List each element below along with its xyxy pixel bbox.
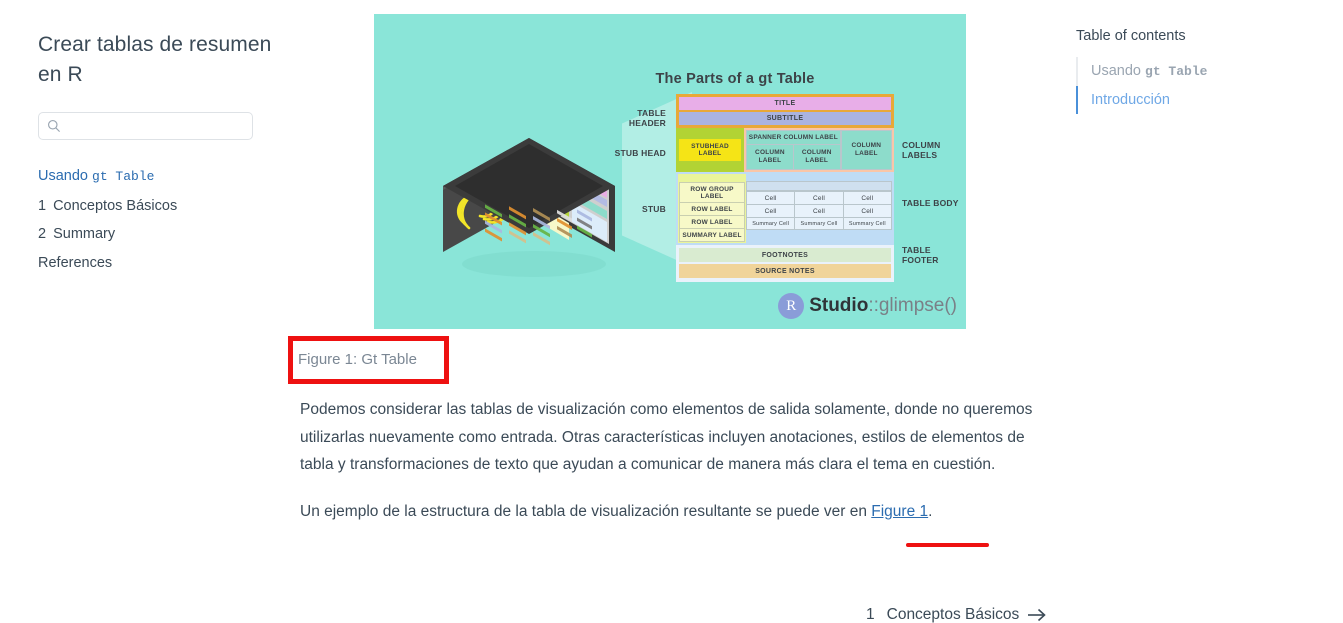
sidebar: Crear tablas de resumen en R Usando gt T… xyxy=(38,30,278,277)
diagram-stubhead-column: STUBHEAD LABEL xyxy=(676,128,744,172)
annotation-link-underline xyxy=(906,543,989,547)
rstudio-logo: R Studio::glimpse() xyxy=(778,293,957,319)
toc-item-introduccion[interactable]: Introducción xyxy=(1076,86,1326,114)
sidebar-item-number: 2 xyxy=(38,226,47,242)
diagram-cells-column: Cell Cell Cell Cell Cell Cell Summary Ce… xyxy=(746,174,892,243)
next-page-label: Conceptos Básicos xyxy=(886,606,1020,623)
search-input[interactable] xyxy=(61,113,244,139)
sidebar-nav: Usando gt Table 1 Conceptos Básicos 2 Summ… xyxy=(38,162,278,277)
next-page-link[interactable]: 1 Conceptos Básicos xyxy=(866,606,1048,623)
diagram-column-labels-group: SPANNER COLUMN LABEL COLUMN LABEL COLUMN… xyxy=(744,128,894,172)
diagram-summary-cell: Summary Cell xyxy=(746,218,796,230)
next-page-number: 1 xyxy=(866,606,875,623)
table-row: Cell Cell Cell xyxy=(746,191,892,205)
toc-item-label: Introducción xyxy=(1091,92,1170,108)
diagram-row-group-label: ROW GROUP LABEL xyxy=(679,182,745,203)
site-title: Crear tablas de resumen en R xyxy=(38,33,272,86)
gt-cube-illustration xyxy=(429,74,629,279)
paragraph-2-text: Un ejemplo de la estructura de la tabla … xyxy=(300,502,872,520)
diagram-cell: Cell xyxy=(843,191,892,205)
sidebar-item-usando-gt-table[interactable]: Usando gt Table xyxy=(38,162,278,192)
diagram-label-column-labels: COLUMN LABELS xyxy=(902,140,941,160)
diagram-label-stub-head: STUB HEAD xyxy=(614,148,666,158)
diagram-cells-spacer xyxy=(746,174,892,181)
table-row: Cell Cell Cell xyxy=(746,205,892,218)
diagram-column-label: COLUMN LABEL xyxy=(746,144,794,170)
sidebar-item-number: 1 xyxy=(38,197,47,214)
diagram-cell: Cell xyxy=(795,191,844,205)
toc-list: Usando gt Table Introducción xyxy=(1076,57,1326,114)
figure-caption: Figure 1: Gt Table xyxy=(298,351,417,368)
rstudio-logo-dim: ::glimpse() xyxy=(868,295,957,316)
diagram-source-notes: SOURCE NOTES xyxy=(679,264,891,278)
sidebar-item-conceptos-basicos[interactable]: 1 Conceptos Básicos xyxy=(38,192,278,221)
diagram-label-stub: STUB xyxy=(642,204,666,214)
main-content: The Parts of a gt Table TABLE HEADER STU… xyxy=(283,0,1053,525)
paragraph-1: Podemos considerar las tablas de visuali… xyxy=(300,401,1033,473)
diagram-table-header: TITLE SUBTITLE xyxy=(676,94,894,128)
paragraph-2-period: . xyxy=(928,502,933,520)
diagram-stubhead-and-columns: STUBHEAD LABEL SPANNER COLUMN LABEL COLU… xyxy=(676,128,894,172)
diagram-footnotes: FOOTNOTES xyxy=(679,248,891,262)
diagram-table-body: ROW GROUP LABEL ROW LABEL ROW LABEL SUMM… xyxy=(676,172,894,245)
page-root: Crear tablas de resumen en R Usando gt T… xyxy=(0,0,1343,623)
toc-item-label: Usando xyxy=(1091,63,1146,79)
sidebar-item-label: References xyxy=(38,254,113,271)
diagram-summary-cell: Summary Cell xyxy=(843,218,892,230)
diagram-column-label: COLUMN LABEL xyxy=(793,144,841,170)
sidebar-item-label-mono: gt Table xyxy=(92,169,155,184)
diagram-summary-label: SUMMARY LABEL xyxy=(679,229,745,242)
sidebar-item-label: Summary xyxy=(53,226,116,242)
figure-image: The Parts of a gt Table TABLE HEADER STU… xyxy=(374,14,966,329)
diagram-summary-cell: Summary Cell xyxy=(795,218,844,230)
table-row: Summary Cell Summary Cell Summary Cell xyxy=(746,218,892,230)
sidebar-item-summary[interactable]: 2 Summary xyxy=(38,220,278,249)
search-box[interactable] xyxy=(38,112,253,140)
diagram-cell: Cell xyxy=(746,191,796,205)
diagram-label-table-body: TABLE BODY xyxy=(902,198,959,208)
sidebar-item-label: Usando xyxy=(38,168,93,184)
table-of-contents: Table of contents Usando gt Table Introd… xyxy=(1076,26,1326,114)
diagram-cell: Cell xyxy=(795,205,844,218)
diagram-row-group-band xyxy=(746,181,892,191)
diagram-spanner-column-label: SPANNER COLUMN LABEL xyxy=(746,130,841,144)
toc-item-usando-gt-table[interactable]: Usando gt Table xyxy=(1076,57,1326,86)
arrow-right-icon xyxy=(1026,607,1048,623)
sidebar-item-references[interactable]: References xyxy=(38,249,278,278)
diagram-row-label: ROW LABEL xyxy=(679,216,745,229)
diagram-row-label: ROW LABEL xyxy=(679,203,745,216)
figure-1-link[interactable]: Figure 1 xyxy=(871,503,928,520)
rstudio-logo-text: Studio::glimpse() xyxy=(809,295,957,317)
diagram-stubhead-label: STUBHEAD LABEL xyxy=(679,139,741,161)
paragraph-2: Un ejemplo de la estructura de la tabla … xyxy=(300,498,1043,526)
diagram-stub-spacer xyxy=(679,175,745,182)
diagram-label-table-header: TABLE HEADER xyxy=(628,108,666,128)
search-icon xyxy=(47,119,61,133)
toc-item-label-mono: gt Table xyxy=(1145,64,1208,79)
sidebar-item-label: Conceptos Básicos xyxy=(53,197,178,214)
diagram-subtitle-cell: SUBTITLE xyxy=(679,112,891,125)
toc-title: Table of contents xyxy=(1076,28,1186,44)
diagram-label-table-footer: TABLE FOOTER xyxy=(902,245,939,265)
diagram-column-label: COLUMN LABEL xyxy=(840,130,892,170)
diagram-table-footer: FOOTNOTES SOURCE NOTES xyxy=(676,245,894,282)
diagram-stub-column: ROW GROUP LABEL ROW LABEL ROW LABEL SUMM… xyxy=(678,174,746,243)
diagram-cell: Cell xyxy=(746,205,796,218)
diagram-cell: Cell xyxy=(843,205,892,218)
table-parts-diagram: TABLE HEADER STUB HEAD STUB COLUMN LABEL… xyxy=(615,94,958,282)
rstudio-r-mark: R xyxy=(778,293,805,319)
diagram-title-cell: TITLE xyxy=(679,97,891,110)
rstudio-logo-bold: Studio xyxy=(809,295,869,316)
